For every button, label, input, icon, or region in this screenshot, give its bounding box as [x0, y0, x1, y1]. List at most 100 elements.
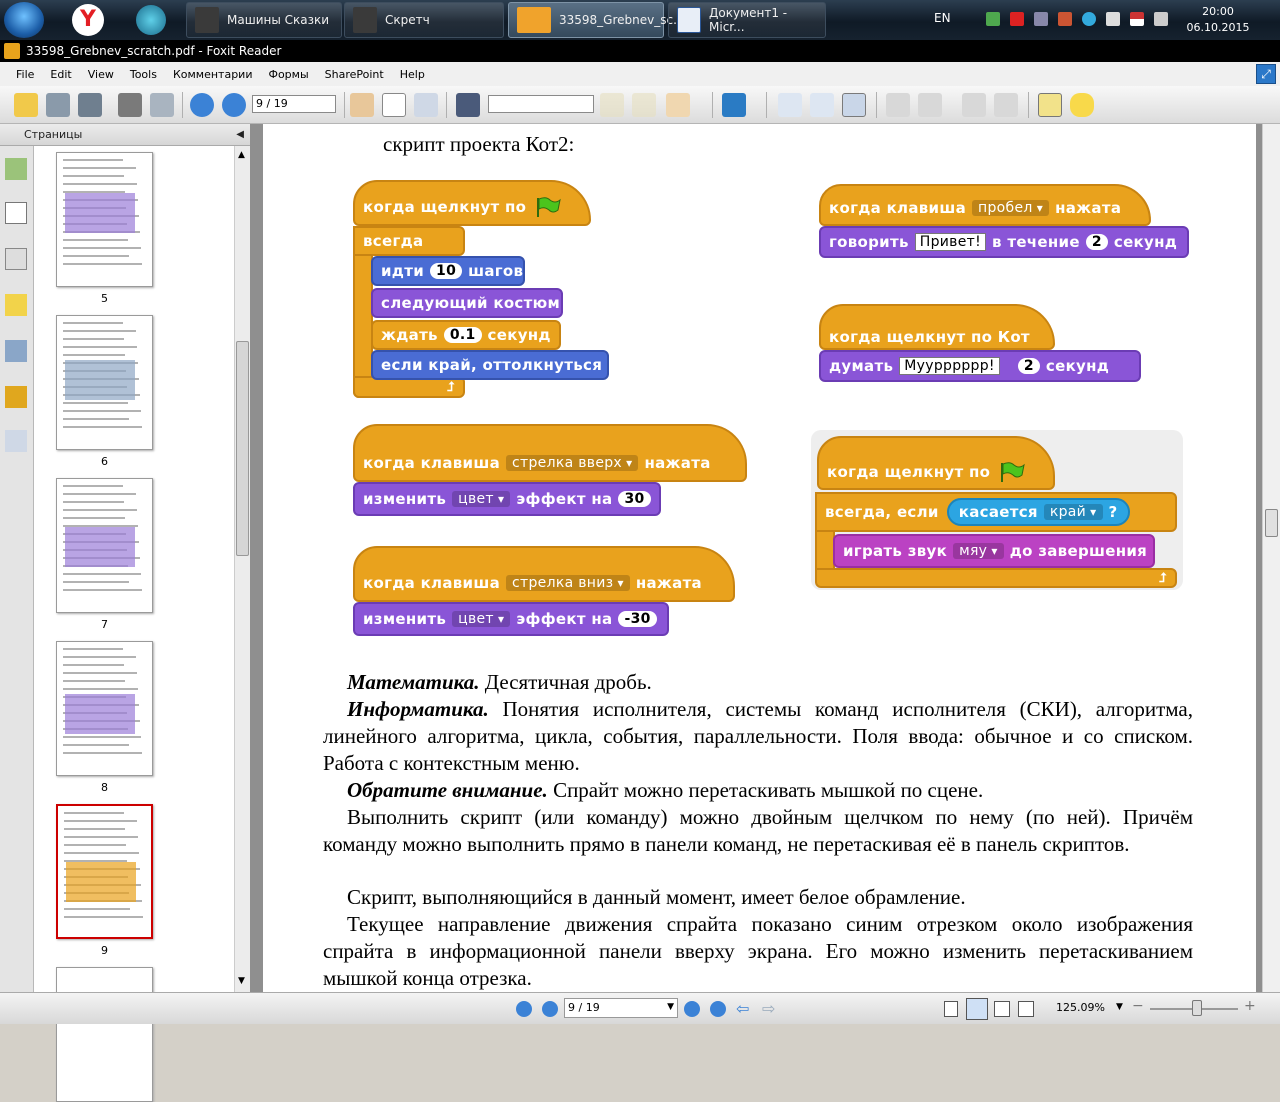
go-forward-icon[interactable]: ⇨ [762, 999, 775, 1018]
open-icon[interactable] [14, 93, 38, 117]
continuous-facing-icon[interactable] [1018, 1001, 1034, 1017]
flag-icon[interactable] [1130, 12, 1144, 26]
page-number-input[interactable]: 9 / 19 [252, 95, 336, 113]
find-prev-icon[interactable] [600, 93, 624, 117]
menu-view[interactable]: View [80, 68, 122, 81]
scroll-thumb[interactable] [1265, 509, 1278, 537]
rotate-icon[interactable] [722, 93, 746, 117]
first-page-icon[interactable] [516, 1001, 532, 1017]
thumbnail-text-line [63, 410, 141, 412]
pages-icon[interactable] [5, 202, 27, 224]
thumbnail-text-line [63, 664, 124, 666]
document-scrollbar[interactable] [1262, 124, 1280, 992]
pdf-tool-icon[interactable] [886, 93, 910, 117]
pdf-tool-icon[interactable] [994, 93, 1018, 117]
status-page-input[interactable]: 9 / 19 ▼ [564, 998, 678, 1018]
collapse-panel-icon[interactable]: ◀ [236, 129, 244, 140]
attachments-icon[interactable] [5, 340, 27, 362]
pdf-icon [517, 7, 551, 33]
taskbar-window-4[interactable]: Документ1 - Micr... [668, 2, 826, 38]
language-indicator[interactable]: EN [934, 11, 951, 25]
next-page-icon[interactable] [684, 1001, 700, 1017]
tray-icon[interactable] [986, 12, 1000, 26]
security-icon[interactable] [5, 386, 27, 408]
find-icon[interactable] [456, 93, 480, 117]
annotate-icon[interactable] [666, 93, 690, 117]
hand-tool-icon[interactable] [350, 93, 374, 117]
print-icon[interactable] [118, 93, 142, 117]
single-page-icon[interactable] [944, 1001, 958, 1017]
navigation-icon-bar [0, 146, 34, 992]
go-back-icon[interactable]: ⇦ [736, 999, 749, 1018]
menu-edit[interactable]: Edit [42, 68, 79, 81]
find-next-icon[interactable] [632, 93, 656, 117]
note-icon[interactable] [1070, 93, 1094, 117]
zoom-in-icon[interactable]: + [1244, 998, 1256, 1014]
fit-page-icon[interactable] [810, 93, 834, 117]
page-thumbnail[interactable] [56, 967, 153, 1102]
thumbnail-text-line [64, 908, 130, 910]
menu-help[interactable]: Help [392, 68, 433, 81]
tray-icon[interactable] [1082, 12, 1096, 26]
zoom-value[interactable]: 125.09% [1056, 1001, 1105, 1014]
menu-tools[interactable]: Tools [122, 68, 165, 81]
layers-icon[interactable] [5, 248, 27, 270]
save-all-icon[interactable] [78, 93, 102, 117]
actual-size-icon[interactable] [778, 93, 802, 117]
hat-block-sprite-click: когда щелкнут по Кот [819, 304, 1055, 350]
yandex-browser-icon[interactable]: Y [72, 4, 104, 36]
search-input[interactable] [488, 95, 594, 113]
pdf-tool-icon[interactable] [962, 93, 986, 117]
comments-icon[interactable] [5, 294, 27, 316]
taskbar-window-3[interactable]: 33598_Grebnev_sc... [508, 2, 685, 38]
media-player-icon[interactable] [136, 5, 166, 35]
taskbar-window-2[interactable]: Скретч [344, 2, 504, 38]
bookmarks-icon[interactable] [5, 158, 27, 180]
tray-icon[interactable] [1034, 12, 1048, 26]
restore-window-icon[interactable]: ⤢ [1256, 64, 1276, 84]
scroll-up-icon[interactable]: ▲ [238, 150, 245, 160]
page-thumbnail[interactable] [56, 315, 153, 450]
menu-sharepoint[interactable]: SharePoint [317, 68, 392, 81]
chevron-down-icon[interactable]: ▼ [667, 1002, 674, 1012]
taskbar-window-1[interactable]: Машины Сказки [186, 2, 342, 38]
paragraph-run-script: Выполнить скрипт (или команду) можно дво… [323, 805, 1193, 856]
zoom-slider-thumb[interactable] [1192, 1000, 1202, 1016]
continuous-page-icon[interactable] [966, 998, 988, 1020]
page-thumbnail[interactable] [56, 641, 153, 776]
thumbnail-text-line [63, 752, 142, 754]
select-arrow-icon[interactable] [414, 93, 438, 117]
thumbnail-text-line [63, 338, 124, 340]
zoom-out-icon[interactable]: − [1132, 998, 1144, 1014]
facing-page-icon[interactable] [994, 1001, 1010, 1017]
scroll-thumb[interactable] [236, 341, 249, 556]
menu-comments[interactable]: Комментарии [165, 68, 261, 81]
fit-width-icon[interactable] [842, 93, 866, 117]
script-caption: скрипт проекта Кот2: [383, 132, 575, 156]
signatures-icon[interactable] [5, 430, 27, 452]
pdf-tool-icon[interactable] [918, 93, 942, 117]
status-bar: 9 / 19 ▼ ⇦ ⇨ 125.09% ▼ − + [0, 992, 1280, 1024]
page-thumbnail[interactable] [56, 478, 153, 613]
tray-icon[interactable] [1058, 12, 1072, 26]
page-thumbnail[interactable] [56, 152, 153, 287]
clock[interactable]: 20:00 06.10.2015 [1186, 4, 1250, 36]
zoom-dropdown-icon[interactable]: ▼ [1116, 1002, 1123, 1012]
scroll-down-icon[interactable]: ▼ [238, 976, 245, 986]
volume-icon[interactable] [1106, 12, 1120, 26]
email-icon[interactable] [150, 93, 174, 117]
menu-file[interactable]: File [8, 68, 42, 81]
menu-forms[interactable]: Формы [260, 68, 316, 81]
page-thumbnail[interactable] [56, 804, 153, 939]
previous-page-icon[interactable] [542, 1001, 558, 1017]
text-tool-icon[interactable] [1038, 93, 1062, 117]
network-icon[interactable] [1154, 12, 1168, 26]
previous-page-icon[interactable] [190, 93, 214, 117]
save-icon[interactable] [46, 93, 70, 117]
start-button[interactable] [4, 2, 44, 38]
last-page-icon[interactable] [710, 1001, 726, 1017]
next-page-icon[interactable] [222, 93, 246, 117]
thumbnails-scrollbar[interactable]: ▲ ▼ [234, 146, 250, 992]
antivirus-icon[interactable] [1010, 12, 1024, 26]
select-text-icon[interactable] [382, 93, 406, 117]
